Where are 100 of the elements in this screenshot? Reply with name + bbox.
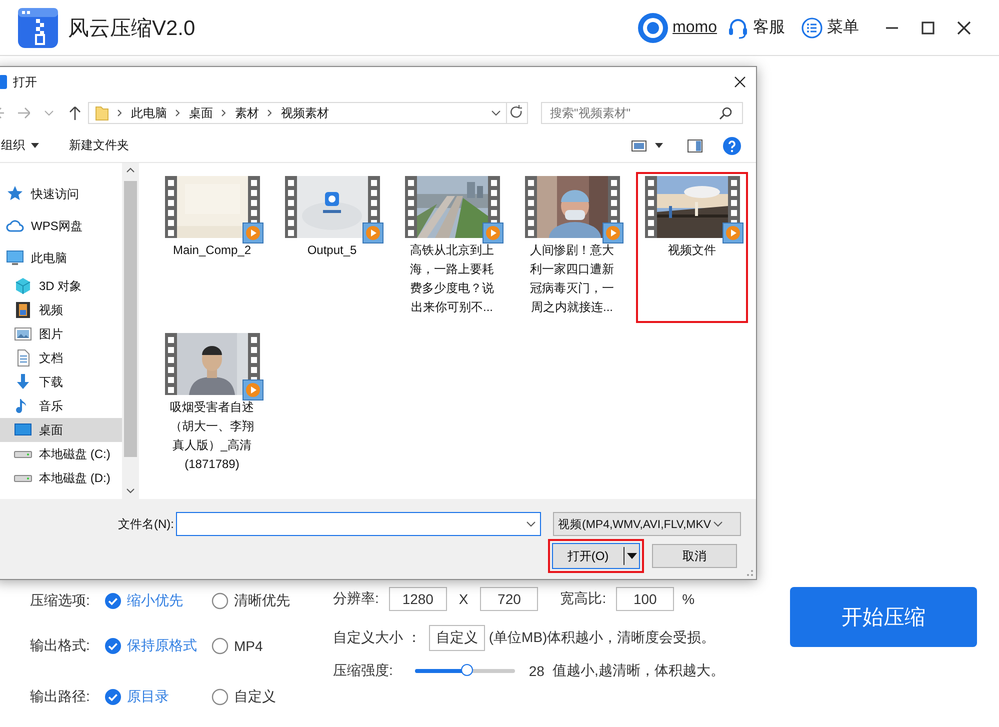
radio-label[interactable]: 缩小优先 [127,592,183,610]
sidebar-item[interactable]: 文档 [0,346,122,370]
chevron-right-icon [267,109,273,117]
menu-icon [801,16,823,38]
radio-icon[interactable] [211,688,229,706]
radio-icon[interactable] [211,637,229,655]
film-strip-icon [164,176,176,238]
scrollbar-thumb[interactable] [124,181,137,457]
width-field[interactable]: 1280 [388,587,447,611]
resize-grip-icon[interactable] [744,567,754,577]
header-button[interactable]: 菜单 [801,16,859,38]
app-icon [0,75,7,89]
breadcrumb-item[interactable]: 桌面 [189,104,213,122]
file-item[interactable]: 吸烟受害者自述（胡大一、李翔真人版）_高清(1871789) [156,329,268,480]
film-strip-icon [284,176,296,238]
radio-label[interactable]: 保持原格式 [127,637,197,655]
radio-label[interactable]: 原目录 [127,688,169,706]
sidebar-item[interactable]: 音乐 [0,394,122,418]
sidebar-item[interactable]: 桌面 [0,418,122,442]
cancel-button[interactable]: 取消 [652,544,737,568]
checked-radio-icon[interactable] [104,688,122,706]
file-item[interactable]: 人间惨剧！意大利一家四口遭新冠病毒灭门，一周之内就接连... [516,172,628,323]
cube-icon [14,277,32,295]
height-field[interactable]: 720 [480,587,538,611]
dialog-title: 打开 [13,74,37,90]
preview-pane-icon[interactable] [687,138,703,152]
film-icon [14,301,32,319]
option-label: 输出路径: [30,688,91,706]
sidebar-item[interactable]: 下载 [0,370,122,394]
drive-icon [14,450,32,458]
separator-label: X [458,591,468,607]
folder-icon [95,105,109,121]
file-item[interactable]: Output_5 [276,172,388,323]
field-label: 自定义大小 ： [333,629,421,647]
search-field[interactable]: 搜索"视频素材" [541,102,743,124]
sidebar-item[interactable]: 本地磁盘 (D:) [0,466,122,490]
file-type-dropdown[interactable]: 视频(MP4,WMV,AVI,FLV,MKV [553,512,741,536]
film-strip-icon [644,176,656,238]
sidebar-item[interactable]: WPS网盘 [0,210,122,242]
film-strip-icon [404,176,416,238]
radio-label[interactable]: MP4 [234,638,263,654]
play-badge-icon [242,379,264,401]
field-label: 分辨率: [333,590,379,608]
chevron-right-icon [117,109,123,117]
file-item[interactable]: 高铁从北京到上海，一路上要耗费多少度电？说出来你可别不... [396,172,508,323]
headset-icon [727,16,749,38]
close-icon[interactable] [733,75,747,89]
option-label: 压缩选项: [30,592,91,610]
help-icon[interactable] [723,136,741,154]
file-item[interactable]: Main_Comp_2 [156,172,268,323]
slider-value: 28 [528,663,544,679]
image-icon [14,325,32,343]
monitor-icon [6,249,24,267]
chevron-right-icon [175,109,181,117]
breadcrumb-item[interactable]: 此电脑 [131,104,167,122]
start-button[interactable]: 开始压缩 [790,587,977,647]
slider-thumb[interactable] [460,664,473,676]
play-badge-icon [482,222,504,244]
file-item[interactable]: 视频文件 [636,172,748,323]
open-button[interactable]: 打开(O) [552,543,640,569]
chevron-down-icon [713,521,724,527]
checked-radio-icon[interactable] [104,592,122,610]
filename-field[interactable] [176,512,541,536]
checked-radio-icon[interactable] [104,637,122,655]
toolbar-button[interactable]: 组织 [1,137,39,154]
address-bar[interactable]: 此电脑 桌面 素材 视频素材 [88,102,528,124]
up-arrow-icon[interactable] [68,106,82,120]
sidebar-item[interactable]: 此电脑 [0,242,122,274]
breadcrumb-item[interactable]: 视频素材 [281,104,329,122]
chevron-down-icon [526,521,536,527]
app-logo-icon [18,8,58,48]
caret-icon[interactable] [655,143,663,148]
field-label: 文件名(N): [117,516,174,532]
hint-text: (单位MB)体积越小，清晰度会受损。 [488,629,716,647]
header-button[interactable]: 客服 [727,16,785,38]
sidebar-item[interactable]: 本地磁盘 (C:) [0,442,122,466]
radio-label[interactable]: 自定义 [234,688,276,706]
sidebar-item[interactable]: 图片 [0,322,122,346]
sidebar-item[interactable]: 3D 对象 [0,274,122,298]
view-icon[interactable] [631,140,647,152]
maximize-icon[interactable] [921,20,935,34]
breadcrumb-item[interactable]: 素材 [235,104,259,122]
close-icon[interactable] [957,20,971,34]
toolbar-button[interactable]: 新建文件夹 [69,137,129,154]
custom-size-button[interactable]: 自定义 [428,625,485,651]
play-badge-icon [722,222,744,244]
radio-icon[interactable] [211,592,229,610]
hint-text: 值越小,越清晰，体积越大。 [552,662,724,680]
play-badge-icon [362,222,384,244]
cloud-icon [6,217,24,235]
app-title: 风云压缩V2.0 [68,16,196,42]
caret-icon [31,143,39,148]
caret-icon [623,544,639,568]
forward-arrow-icon[interactable] [16,106,30,120]
radio-label[interactable]: 清晰优先 [234,592,290,610]
film-strip-icon [164,333,176,395]
username-link[interactable]: momo [672,18,717,36]
sidebar-item[interactable]: 快速访问 [0,178,122,210]
sidebar-item[interactable]: 视频 [0,298,122,322]
aspect-field[interactable]: 100 [616,587,674,611]
